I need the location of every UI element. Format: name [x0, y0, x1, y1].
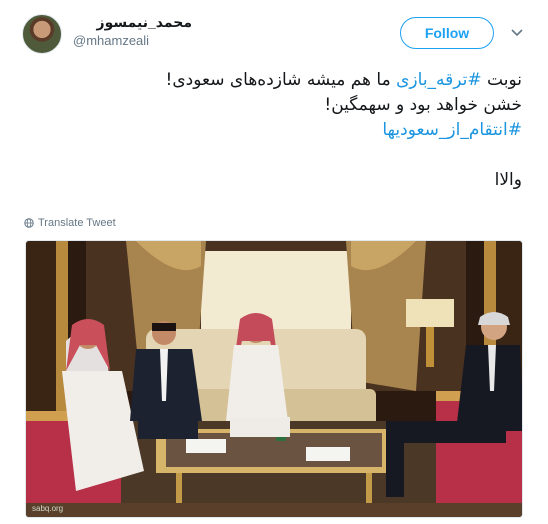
hashtag-link[interactable]: #انتقام_از_سعودیها	[42, 118, 522, 143]
tweet-photo[interactable]: sabq.org	[25, 240, 523, 518]
translate-label: Translate Tweet	[38, 217, 116, 229]
translate-tweet-link[interactable]: Translate Tweet	[24, 217, 116, 229]
photo-scene	[26, 241, 522, 517]
tweet-line-4: والاا	[494, 170, 522, 190]
avatar[interactable]	[22, 14, 62, 54]
tweet-line-2: خشن خواهد بود و سهمگین!	[324, 95, 522, 115]
follow-button[interactable]: Follow	[400, 17, 494, 49]
line-break	[42, 143, 522, 168]
display-name[interactable]: محمد_نیمسوز	[72, 14, 192, 31]
photo-watermark: sabq.org	[32, 504, 64, 513]
hashtag-link[interactable]: #ترقه_بازی	[396, 70, 482, 90]
globe-icon	[24, 218, 34, 228]
tweet-line-1: نوبت #ترقه_بازی ما هم میشه شازده‌های سعو…	[42, 68, 522, 93]
tweet-text-segment: ما هم میشه شازده‌های سعودی!	[165, 70, 397, 90]
user-handle[interactable]: @mhamzeali	[73, 33, 149, 48]
tweet-text-segment: نوبت	[481, 70, 522, 90]
tweet-text: نوبت #ترقه_بازی ما هم میشه شازده‌های سعو…	[42, 68, 522, 193]
chevron-down-icon[interactable]	[510, 26, 524, 40]
